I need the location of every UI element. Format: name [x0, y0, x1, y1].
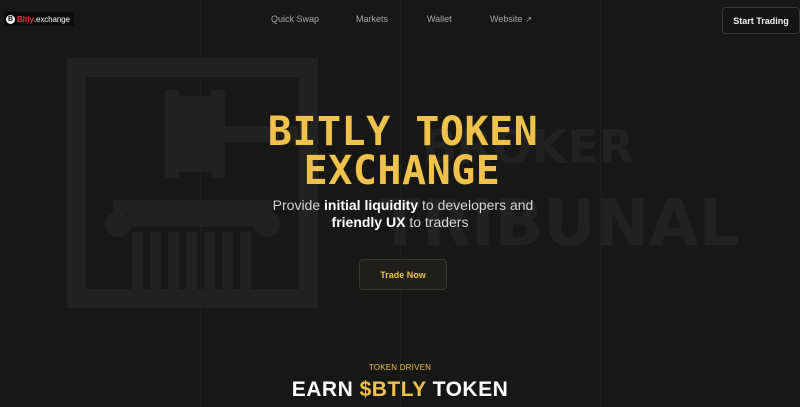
nav-link-wallet[interactable]: Wallet	[427, 14, 452, 24]
hero-subtitle-line-2: friendly UX to traders	[331, 214, 469, 230]
section-title: EARN $BTLY TOKEN	[291, 378, 509, 401]
arrow-up-right-icon: ↗	[525, 15, 533, 24]
nav-link-quick-swap[interactable]: Quick Swap	[271, 14, 319, 24]
hero-subtitle-line-1: Provide initial liquidity to developers …	[272, 197, 534, 213]
hero-title-line-1: BITLY TOKEN	[267, 109, 539, 155]
nav-link-markets[interactable]: Markets	[356, 14, 388, 24]
brand-logo[interactable]: B Bitly.exchange	[4, 12, 74, 26]
trade-now-button[interactable]: Trade Now	[359, 259, 447, 290]
top-nav: B Bitly.exchange Quick Swap Markets Wall…	[0, 0, 800, 40]
start-trading-button[interactable]: Start Trading	[722, 7, 800, 34]
section-tag: TOKEN DRIVEN	[368, 363, 432, 372]
nav-link-website[interactable]: Website ↗	[490, 14, 532, 24]
brand-name: Bitly.exchange	[17, 14, 70, 24]
nav-link-website-label: Website	[490, 14, 523, 24]
hero-title-line-2: EXCHANGE	[303, 148, 501, 194]
logo-mark-icon: B	[6, 14, 15, 24]
